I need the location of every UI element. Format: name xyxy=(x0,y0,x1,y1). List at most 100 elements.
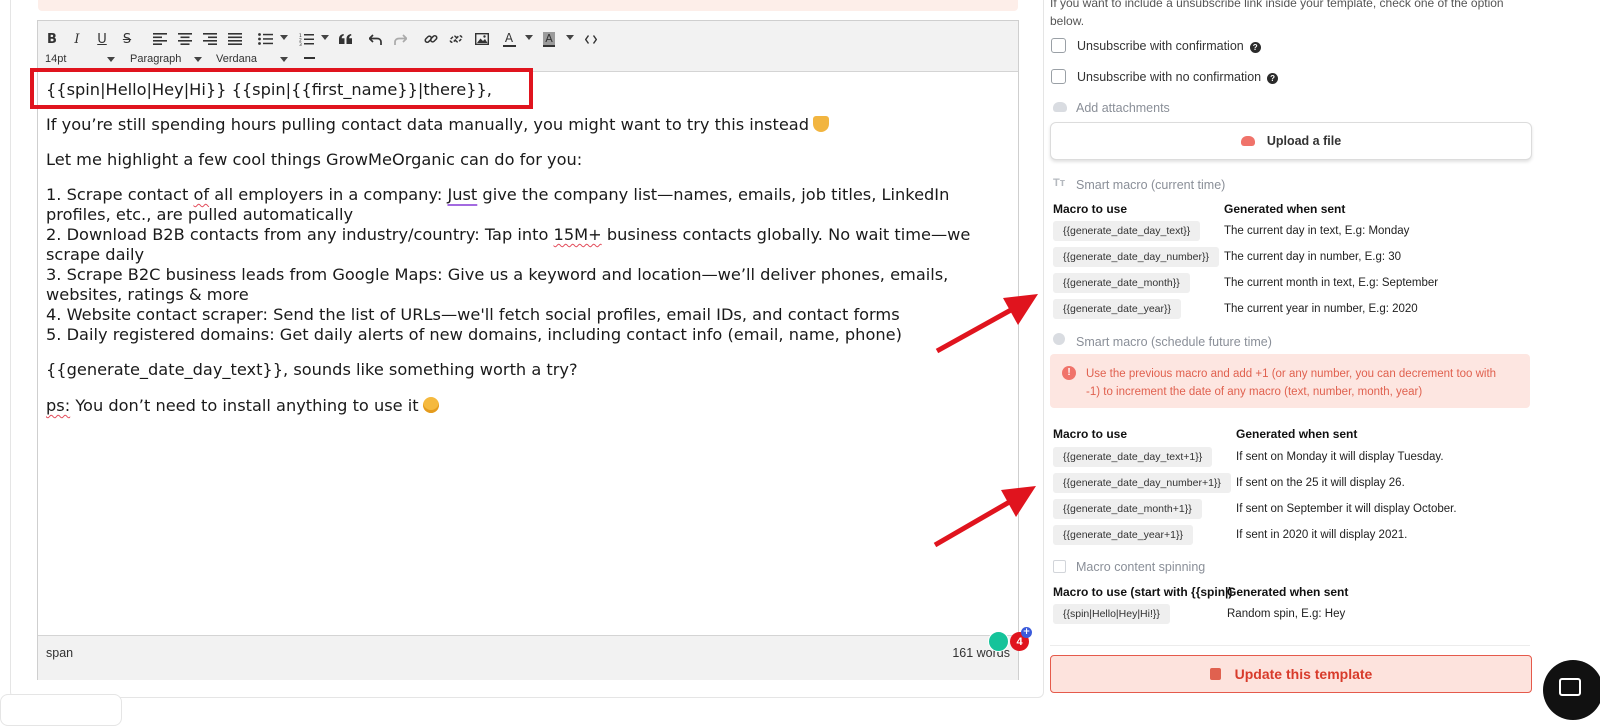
macro-description: If sent in 2020 it will display 2021. xyxy=(1236,529,1408,541)
arrow-line-2 xyxy=(933,494,1020,548)
chat-icon xyxy=(1559,678,1581,696)
attachments-label: Add attachments xyxy=(1076,101,1170,115)
update-template-button[interactable]: Update this template xyxy=(1050,655,1532,693)
chat-launcher-button[interactable] xyxy=(1543,660,1600,720)
background-color-button[interactable]: A xyxy=(538,27,560,51)
bottom-left-tab[interactable] xyxy=(0,694,122,726)
strikethrough-icon: S xyxy=(122,31,132,47)
redo-icon xyxy=(393,33,407,45)
numbered-list-button[interactable]: 123 xyxy=(295,27,317,51)
background-color-icon: A xyxy=(543,31,555,47)
unsubscribe-confirm-label[interactable]: Unsubscribe with confirmation? xyxy=(1077,39,1261,53)
bullet-list-icon xyxy=(257,33,273,45)
macro-chip[interactable]: {{generate_date_year+1}} xyxy=(1053,525,1193,545)
smart-macro-current-label: Smart macro (current time) xyxy=(1076,178,1226,192)
unsubscribe-confirm-checkbox[interactable] xyxy=(1051,38,1066,53)
text-format-icon: Tт xyxy=(1053,177,1066,189)
justify-icon xyxy=(228,33,242,45)
horizontal-rule-button[interactable] xyxy=(304,57,315,59)
spin-col-macro-header: Macro to use (start with {{spin|) xyxy=(1053,585,1233,599)
macro-chip[interactable]: {{generate_date_day_number}} xyxy=(1053,247,1219,267)
unsubscribe-no-confirm-checkbox[interactable] xyxy=(1051,69,1066,84)
list-item: websites, ratings & more xyxy=(46,285,249,304)
blockquote-button[interactable] xyxy=(334,27,356,51)
italic-button[interactable]: I xyxy=(66,27,88,51)
font-size-value: 14pt xyxy=(45,53,67,65)
col-macro-header: Macro to use xyxy=(1053,427,1128,441)
editor-content[interactable]: {{spin|Hello|Hey|Hi}} {{spin|{{first_nam… xyxy=(38,72,1018,637)
numbered-list-dropdown[interactable] xyxy=(321,35,329,40)
background-color-dropdown[interactable] xyxy=(566,35,574,40)
save-icon xyxy=(1209,668,1221,680)
strikethrough-button[interactable]: S xyxy=(116,27,138,51)
align-center-button[interactable] xyxy=(174,27,196,51)
text-color-button[interactable]: A xyxy=(498,27,520,51)
source-code-icon xyxy=(585,34,597,44)
smart-macro-future-label: Smart macro (schedule future time) xyxy=(1076,335,1272,349)
col-macro-header: Macro to use xyxy=(1053,202,1128,216)
text-color-dropdown[interactable] xyxy=(525,35,533,40)
image-button[interactable] xyxy=(471,27,493,51)
col-generated-header: Generated when sent xyxy=(1224,202,1346,216)
macro-description: If sent on September it will display Oct… xyxy=(1236,503,1457,515)
macro-line: {{generate_date_day_text}}, sounds like … xyxy=(46,360,578,379)
justify-button[interactable] xyxy=(224,27,246,51)
upload-file-button[interactable]: Upload a file xyxy=(1050,122,1532,160)
macro-chip[interactable]: {{generate_date_month+1}} xyxy=(1053,499,1202,519)
arrow-line-1 xyxy=(935,302,1022,354)
svg-text:3: 3 xyxy=(299,42,302,46)
cloud-upload-icon xyxy=(1240,136,1255,146)
block-format-select[interactable]: Paragraph xyxy=(130,51,202,67)
future-alert-text: Use the previous macro and add +1 (or an… xyxy=(1086,368,1497,398)
macro-chip[interactable]: {{generate_date_day_text+1}} xyxy=(1053,447,1213,467)
source-code-button[interactable] xyxy=(580,27,602,51)
macro-description: The current month in text, E.g: Septembe… xyxy=(1224,277,1439,289)
align-right-icon xyxy=(203,33,217,45)
macro-chip[interactable]: {{generate_date_day_text}} xyxy=(1053,221,1201,241)
macro-chip[interactable]: {{generate_date_year}} xyxy=(1053,299,1182,319)
bold-button[interactable]: B xyxy=(41,27,63,51)
body-line: If you’re still spending hours pulling c… xyxy=(46,115,829,135)
link-button[interactable] xyxy=(420,27,442,51)
macro-description: If sent on the 25 it will display 26. xyxy=(1236,477,1405,489)
macro-spinning-label: Macro content spinning xyxy=(1076,560,1206,574)
align-right-button[interactable] xyxy=(199,27,221,51)
info-icon: ! xyxy=(1062,366,1076,380)
list-item: 3. Scrape B2C business leads from Google… xyxy=(46,265,949,284)
macro-description: Random spin, E.g: Hey xyxy=(1227,608,1346,620)
help-icon[interactable]: ? xyxy=(1249,42,1261,53)
spin-col-generated-header: Generated when sent xyxy=(1227,585,1349,599)
clock-icon xyxy=(1053,333,1065,345)
numbered-list-icon: 123 xyxy=(299,33,314,46)
macro-chip[interactable]: {{generate_date_month}} xyxy=(1053,273,1190,293)
font-size-select[interactable]: 14pt xyxy=(45,51,115,67)
chevron-down-icon xyxy=(194,56,202,62)
font-family-select[interactable]: Verdana xyxy=(216,51,288,67)
macro-description: The current day in number, E.g: 30 xyxy=(1224,251,1402,263)
align-left-button[interactable] xyxy=(149,27,171,51)
divider xyxy=(1050,645,1530,646)
underline-button[interactable]: U xyxy=(91,27,113,51)
bullet-list-button[interactable] xyxy=(254,27,276,51)
align-left-icon xyxy=(153,33,167,45)
unlink-button[interactable] xyxy=(445,27,467,51)
list-item: scrape daily xyxy=(46,245,145,264)
cloud-icon xyxy=(1053,102,1067,112)
grammarly-icon xyxy=(988,631,1009,652)
macro-chip[interactable]: {{generate_date_day_number+1}} xyxy=(1053,473,1231,493)
block-format-value: Paragraph xyxy=(130,53,182,65)
element-path[interactable]: span xyxy=(46,646,73,660)
repeat-icon xyxy=(1053,560,1066,573)
chevron-down-icon xyxy=(107,56,115,62)
pointing-down-emoji-icon xyxy=(813,116,829,132)
help-icon[interactable]: ? xyxy=(1267,73,1279,84)
undo-button[interactable] xyxy=(364,27,386,51)
align-center-icon xyxy=(178,33,192,45)
macro-chip[interactable]: {{spin|Hello|Hey|Hi!}} xyxy=(1053,604,1170,624)
redo-button[interactable] xyxy=(389,27,411,51)
bullet-list-dropdown[interactable] xyxy=(280,35,288,40)
future-macro-alert: ! Use the previous macro and add +1 (or … xyxy=(1050,354,1530,408)
unsubscribe-no-confirm-label[interactable]: Unsubscribe with no confirmation? xyxy=(1077,70,1279,84)
macro-description: If sent on Monday it will display Tuesda… xyxy=(1236,451,1444,463)
col-generated-header: Generated when sent xyxy=(1236,427,1358,441)
